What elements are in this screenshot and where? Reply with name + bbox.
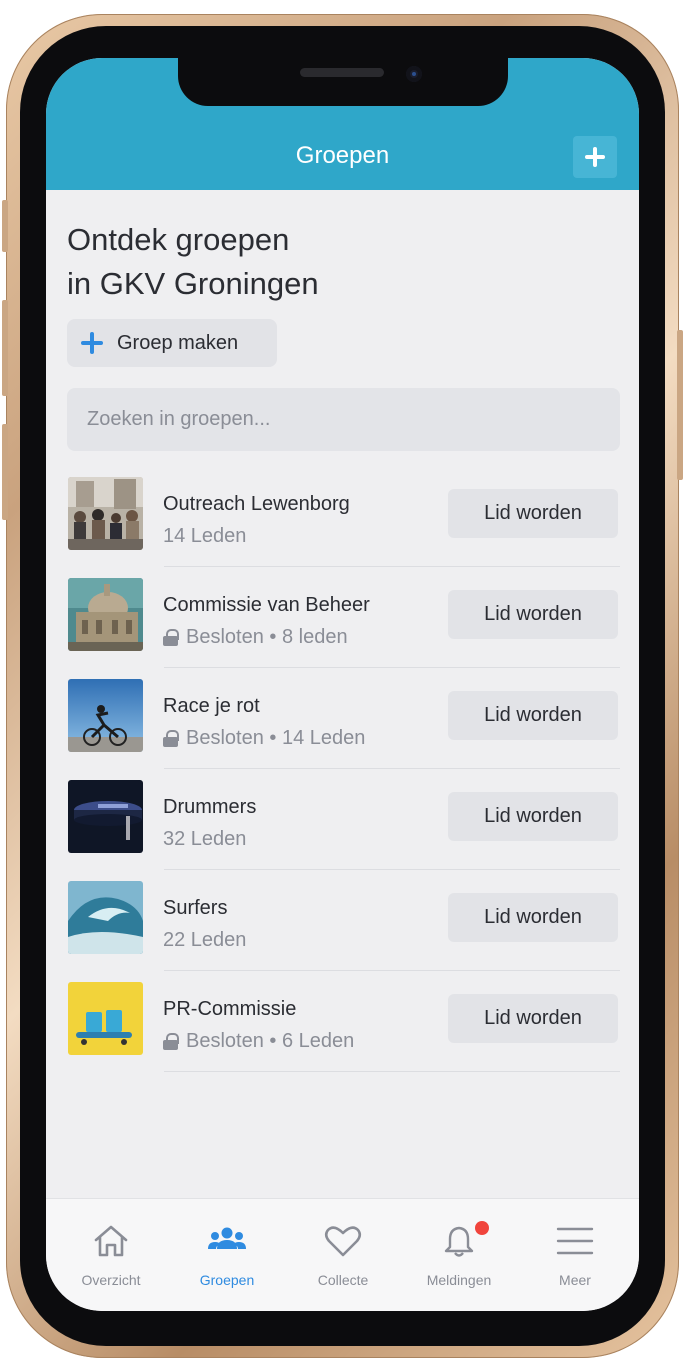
- tab-label: Meldingen: [426, 1272, 492, 1288]
- group-thumbnail: [68, 679, 143, 752]
- group-meta-text: 32 Leden: [163, 828, 247, 850]
- lock-icon: [163, 1033, 179, 1050]
- page-title-line1: Ontdek groepen: [67, 222, 290, 257]
- group-thumbnail: [68, 477, 143, 550]
- divider: [164, 1071, 620, 1072]
- group-meta-text: 22 Leden: [163, 929, 247, 951]
- group-thumbnail: [68, 881, 143, 954]
- plus-icon: [81, 332, 103, 354]
- tab-label: Overzicht: [81, 1272, 141, 1288]
- group-meta-text: 14 Leden: [163, 525, 247, 547]
- group-name: Outreach Lewenborg: [163, 493, 350, 515]
- group-meta: Besloten • 6 Leden: [163, 1030, 354, 1053]
- bell-icon: [444, 1226, 474, 1257]
- group-thumbnail: [68, 780, 143, 853]
- list-item[interactable]: Outreach Lewenborg 14 Leden Lid worden: [67, 466, 620, 567]
- create-group-label: Groep maken: [117, 331, 239, 354]
- join-button[interactable]: Lid worden: [448, 489, 618, 538]
- speaker: [300, 68, 384, 77]
- group-meta: Besloten • 14 Leden: [163, 727, 365, 750]
- home-icon: [94, 1225, 128, 1257]
- lock-icon: [163, 730, 179, 747]
- notch: [178, 58, 508, 106]
- tab-label: Groepen: [199, 1272, 255, 1288]
- tab-bar: Overzicht Groepen Collecte Meldingen Mee…: [46, 1198, 639, 1311]
- group-thumbnail: [68, 982, 143, 1055]
- tab-meldingen[interactable]: Meldingen: [400, 1199, 518, 1311]
- volume-down-button: [2, 424, 8, 520]
- join-button[interactable]: Lid worden: [448, 792, 618, 841]
- group-name: Surfers: [163, 897, 228, 919]
- camera: [406, 66, 422, 82]
- group-name: Drummers: [163, 796, 257, 818]
- join-button[interactable]: Lid worden: [448, 893, 618, 942]
- group-meta-text: Besloten • 8 leden: [186, 626, 348, 648]
- notification-badge: [475, 1221, 489, 1235]
- group-meta-text: Besloten • 14 Leden: [186, 727, 366, 749]
- group-list: Outreach Lewenborg 14 Leden Lid worden C…: [67, 466, 620, 1072]
- people-icon: [208, 1227, 246, 1249]
- page-title: Ontdek groepen in GKV Groningen: [67, 218, 467, 306]
- app-screen: Groepen Ontdek groepen in GKV Groningen …: [46, 58, 639, 1311]
- group-name: Race je rot: [163, 695, 260, 717]
- tab-label: Collecte: [317, 1272, 369, 1288]
- tab-overzicht[interactable]: Overzicht: [52, 1199, 170, 1311]
- group-thumbnail: [68, 578, 143, 651]
- join-button[interactable]: Lid worden: [448, 691, 618, 740]
- tab-label: Meer: [559, 1272, 591, 1288]
- volume-up-button: [2, 300, 8, 396]
- join-button[interactable]: Lid worden: [448, 994, 618, 1043]
- group-name: Commissie van Beheer: [163, 594, 370, 616]
- group-meta-text: Besloten • 6 Leden: [186, 1030, 355, 1052]
- group-name: PR-Commissie: [163, 998, 297, 1020]
- mute-switch: [2, 200, 8, 252]
- tab-groepen[interactable]: Groepen: [168, 1199, 286, 1311]
- lock-icon: [163, 629, 179, 646]
- list-item[interactable]: Surfers 22 Leden Lid worden: [67, 870, 620, 971]
- group-meta: 22 Leden: [163, 929, 246, 952]
- create-group-button[interactable]: Groep maken: [67, 319, 277, 367]
- header-add-button[interactable]: [573, 136, 617, 178]
- menu-icon: [556, 1227, 594, 1255]
- page-title-line2: in GKV Groningen: [67, 266, 319, 301]
- group-meta: 14 Leden: [163, 525, 246, 548]
- list-item[interactable]: Race je rot Besloten • 14 Leden Lid word…: [67, 668, 620, 769]
- heart-icon: [324, 1226, 362, 1257]
- group-meta: Besloten • 8 leden: [163, 626, 348, 649]
- tab-collecte[interactable]: Collecte: [284, 1199, 402, 1311]
- search-input[interactable]: [67, 388, 620, 451]
- tab-meer[interactable]: Meer: [516, 1199, 634, 1311]
- join-button[interactable]: Lid worden: [448, 590, 618, 639]
- power-button: [677, 330, 683, 480]
- page-header-title: Groepen: [295, 142, 390, 169]
- list-item[interactable]: Commissie van Beheer Besloten • 8 leden …: [67, 567, 620, 668]
- list-item[interactable]: PR-Commissie Besloten • 6 Leden Lid word…: [67, 971, 620, 1072]
- group-meta: 32 Leden: [163, 828, 246, 851]
- list-item[interactable]: Drummers 32 Leden Lid worden: [67, 769, 620, 870]
